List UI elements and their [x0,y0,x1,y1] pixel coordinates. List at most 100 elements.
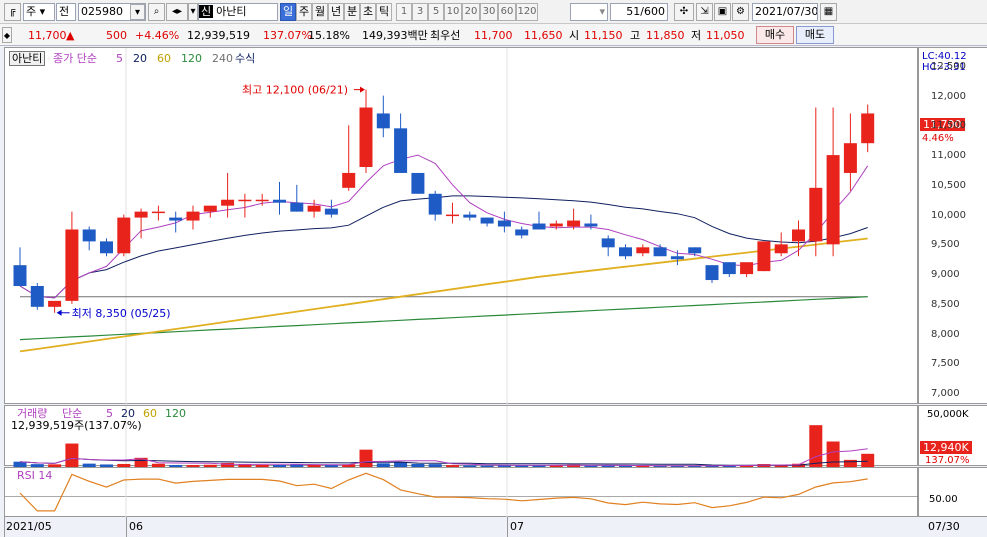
minute-button-30[interactable]: 30 [480,3,498,21]
period-button-3[interactable]: 년 [328,3,344,21]
y-tick-label: 8,000 [931,328,960,340]
ma-legend-20: 20 [133,52,147,65]
candle-06/25 [428,193,442,215]
volume-ma-legend-120: 120 [165,407,186,420]
y-tick-label: 10,000 [931,209,966,221]
candle-07/08 [584,223,598,227]
y-tick-label: 7,000 [931,388,960,400]
candle-07/14 [653,247,667,257]
minute-button-60[interactable]: 60 [498,3,516,21]
max-price-annotation: 최고 12,100 (06/21) [242,84,348,97]
minute-button-20[interactable]: 20 [462,3,480,21]
candle-06/02 [134,211,148,218]
top-toolbar: ╔ 주 ▾ 전 025980 ▾ ⌕ ◂▸ ▾ 신 아난티 ▾ 51/600 ✣ … [0,0,987,24]
candle-06/23 [394,128,408,173]
turnover: 15.18% [308,29,350,42]
candle-07/09 [601,238,615,248]
date-value: 2021/07/30 [755,5,818,18]
candle-07/21 [740,262,754,275]
date-axis: 2021/05 06 07 [4,517,918,537]
pin-icon[interactable]: ◆ [2,27,12,43]
minute-button-1[interactable]: 1 [396,3,412,21]
candle-06/04 [169,217,183,221]
direction-icon: ▲ [66,29,75,42]
screen-menu-icon[interactable]: ╔ [4,3,21,21]
volume-bar-07/27 [809,425,823,467]
candle-06/10 [238,199,252,202]
volume-panel[interactable]: 거래량 단순 12,939,519주(137.07%) 5 20 60 120 [4,405,918,467]
search-icon[interactable]: ⌕ [148,3,165,21]
quote-nature: 최우선 [430,29,461,42]
period-button-4[interactable]: 분 [344,3,360,21]
market-select[interactable]: 주 ▾ [23,3,55,21]
gear-icon[interactable]: ⚙ [732,3,749,21]
candle-06/28 [446,214,459,217]
price-axis: LC:40.12 HC:-3.31 11,700 4.46% 12,500 12,… [918,47,987,404]
max-arrow-head [360,86,365,93]
last-volume-tag: 12,940K [920,441,972,454]
save-icon[interactable]: ▣ [714,3,731,21]
stock-name-prefix: 신 [199,5,214,18]
candle-06/16 [307,205,321,212]
candle-07/28 [826,155,840,245]
volume-bar-06/21 [359,449,373,467]
minute-button-3[interactable]: 3 [412,3,428,21]
formula-label: 수식 [235,52,256,65]
candle-06/14 [273,199,286,203]
high-label: 고 [630,29,641,42]
last-ratio-tag: 137.07% [925,455,970,466]
candle-07/26 [792,229,805,242]
rsi-panel[interactable]: RSI 14 [4,467,919,518]
volume-ma-legend-20: 20 [121,407,135,420]
volume-ratio: 137.07% [263,29,312,42]
period-dropdown[interactable]: ▾ [570,3,608,21]
y-tick-label: 12,000 [931,90,966,102]
tools-icon[interactable]: ✣ [674,3,694,21]
minute-button-5[interactable]: 5 [428,3,444,21]
bar-count-value: 51/600 [626,5,665,18]
candle-06/21 [359,107,373,167]
calendar-icon[interactable]: ▦ [820,3,837,21]
candle-06/07 [186,211,200,221]
min-arrow-head [56,309,62,316]
period-kind-select[interactable]: 전 [56,3,76,21]
stock-name: 아난티 [216,5,247,18]
last-pct-tag: 4.46% [922,133,954,144]
period-button-2[interactable]: 월 [312,3,328,21]
sell-button[interactable]: 매도 [796,26,834,44]
change-percent: +4.46% [135,29,180,42]
ask-price: 11,700 [474,29,513,42]
period-kind-value: 전 [59,5,70,18]
code-dropdown-icon[interactable]: ▾ [130,4,145,20]
price-panel[interactable]: 최고 12,100 (06/21) 최저 8,350 (05/25) 아난티 종가… [4,47,918,405]
volume-ma-legend-5: 5 [106,407,113,420]
bar-count-field[interactable]: 51/600 [610,3,668,21]
period-button-6[interactable]: 틱 [376,3,392,21]
history-arrows-icon[interactable]: ◂▸ [166,3,188,21]
candle-05/25 [30,286,44,307]
minute-button-10[interactable]: 10 [444,3,462,21]
stock-name-field[interactable]: 신 아난티 [198,3,278,21]
candle-06/29 [463,214,477,218]
date-label-june: 06 [129,520,143,533]
history-dropdown-icon[interactable]: ▾ [188,3,198,21]
ma-legend-5: 5 [116,52,123,65]
date-field[interactable]: 2021/07/30 [752,3,818,21]
candle-07/06 [549,223,563,227]
bid-price: 11,650 [524,29,563,42]
date-label-july: 07 [510,520,524,533]
volume-axis: 50,000K 12,940K 137.07% [918,405,987,466]
period-button-1[interactable]: 주 [296,3,312,21]
candle-05/26 [48,300,62,307]
candle-06/09 [221,199,235,206]
minute-button-120[interactable]: 120 [516,3,538,21]
candle-07/02 [515,229,529,236]
candle-07/01 [497,220,511,227]
market-value: 주 [26,5,37,18]
candle-07/20 [722,262,736,275]
buy-button[interactable]: 매수 [756,26,794,44]
period-button-0[interactable]: 일 [280,3,296,21]
scale-icon[interactable]: ⇲ [696,3,713,21]
stock-tag[interactable]: 아난티 [9,51,46,66]
period-button-5[interactable]: 초 [360,3,376,21]
